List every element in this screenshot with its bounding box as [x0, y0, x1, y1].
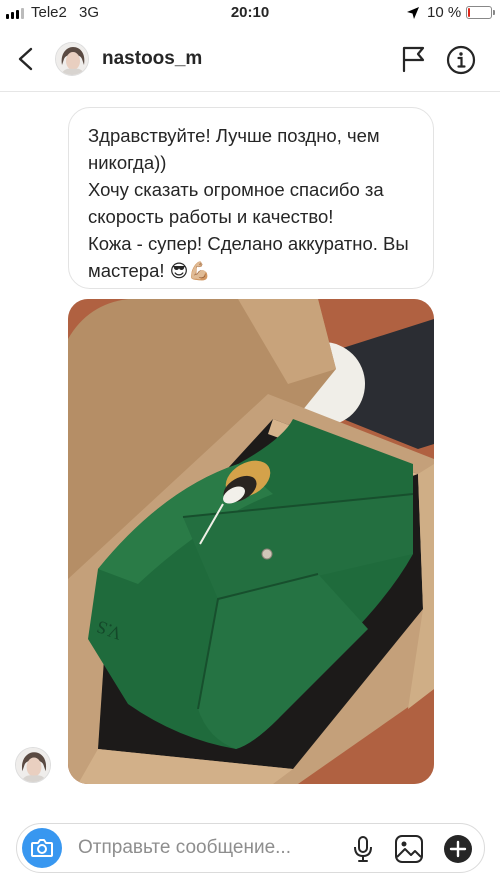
thread-header: nastoos_m [0, 26, 500, 92]
status-bar: Tele2 3G 20:10 10 % [0, 0, 500, 26]
message-line: Здравствуйте! Лучше поздно, чем никогда)… [88, 125, 380, 173]
message-line: Кожа - супер! Сделано аккуратно. Вы маст… [88, 230, 417, 285]
battery-level-fill [468, 8, 470, 17]
message-composer [16, 823, 485, 873]
battery-percent: 10 % [427, 4, 462, 21]
plus-icon[interactable] [441, 832, 475, 866]
info-icon[interactable] [446, 45, 476, 75]
camera-button[interactable] [22, 828, 62, 868]
leather-notebook-photo: V.S [68, 299, 434, 784]
message-line: Хочу сказать огромное спасибо за скорост… [88, 179, 384, 227]
emoji: 😎💪🏼 [169, 261, 211, 282]
flag-icon[interactable] [400, 45, 426, 73]
camera-icon [31, 839, 53, 857]
location-arrow-icon [407, 7, 419, 19]
thread-username[interactable]: nastoos_m [102, 48, 202, 70]
status-time: 20:10 [230, 4, 270, 21]
sender-avatar[interactable] [15, 747, 51, 783]
message-bubble[interactable]: Здравствуйте! Лучше поздно, чем никогда)… [68, 107, 434, 289]
avatar[interactable] [55, 42, 89, 76]
battery-icon [466, 6, 495, 19]
chevron-left-icon[interactable] [14, 46, 38, 72]
message-text: Кожа - супер! Сделано аккуратно. Вы маст… [88, 233, 409, 281]
microphone-icon[interactable] [351, 834, 375, 864]
message-input[interactable] [78, 837, 318, 859]
photo-message[interactable]: V.S [68, 299, 434, 784]
gallery-icon[interactable] [393, 833, 425, 865]
